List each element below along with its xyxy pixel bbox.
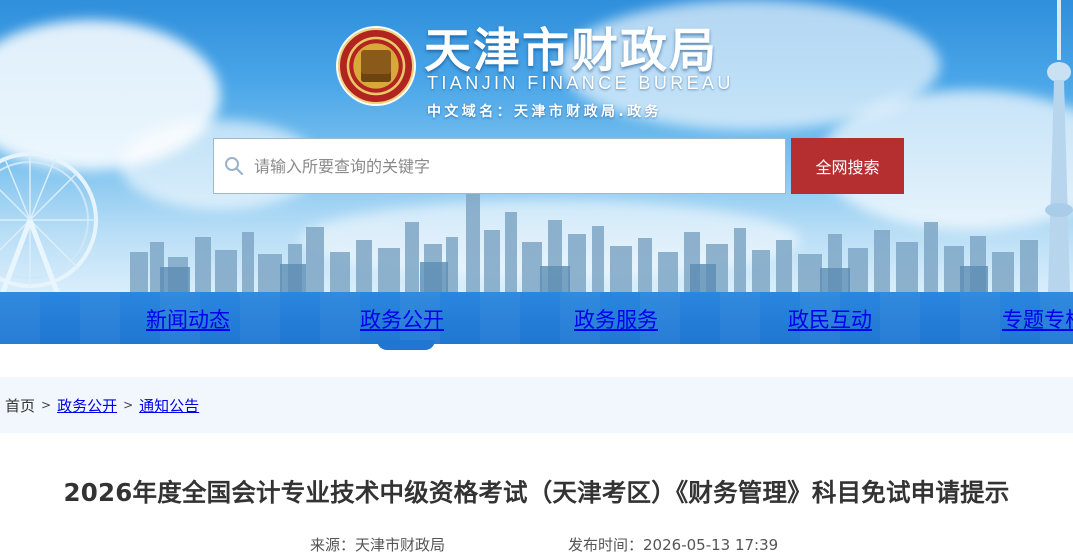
source-value: 天津市财政局 (355, 536, 446, 554)
header-banner: 天津市财政局 TIANJIN FINANCE BUREAU 中文域名：天津市财政… (0, 0, 1073, 292)
search-icon (214, 138, 254, 194)
date-value: 2026-05-13 17:39 (643, 536, 779, 554)
search-box (213, 138, 786, 194)
finance-bureau-emblem (338, 28, 414, 104)
breadcrumb-notices[interactable]: 通知公告 (139, 395, 199, 416)
breadcrumb-home[interactable]: 首页 (5, 395, 35, 416)
nav-item-news[interactable]: 新闻动态 (146, 304, 230, 334)
nav-item-topics[interactable]: 专题专栏 (1002, 304, 1073, 334)
breadcrumb: 首页 > 政务公开 > 通知公告 (0, 377, 1073, 433)
breadcrumb-separator: > (123, 398, 134, 412)
nav-item-interaction[interactable]: 政民互动 (788, 304, 872, 334)
date-label: 发布时间： (568, 536, 644, 554)
nav-active-indicator (377, 340, 435, 350)
site-title: 天津市财政局 (424, 24, 718, 79)
article-source: 来源：天津市财政局 (310, 534, 445, 555)
city-skyline-illustration (130, 192, 1038, 292)
breadcrumb-gov-affairs[interactable]: 政务公开 (57, 395, 117, 416)
article-date: 发布时间：2026-05-13 17:39 (568, 534, 778, 555)
article-title: 2026年度全国会计专业技术中级资格考试（天津考区）《财务管理》科目免试申请提示 (63, 478, 1010, 507)
search-input[interactable] (254, 139, 785, 193)
nav-item-gov-affairs[interactable]: 政务公开 (360, 304, 444, 334)
source-label: 来源： (310, 536, 356, 554)
nav-item-gov-services[interactable]: 政务服务 (574, 304, 658, 334)
main-nav: 新闻动态 政务公开 政务服务 政民互动 专题专栏 (0, 292, 1073, 344)
site-domain-text: 中文域名：天津市财政局.政务 (427, 104, 662, 120)
site-search-button[interactable]: 全网搜索 (791, 138, 904, 194)
breadcrumb-separator: > (41, 398, 52, 412)
site-title-english: TIANJIN FINANCE BUREAU (427, 73, 734, 93)
